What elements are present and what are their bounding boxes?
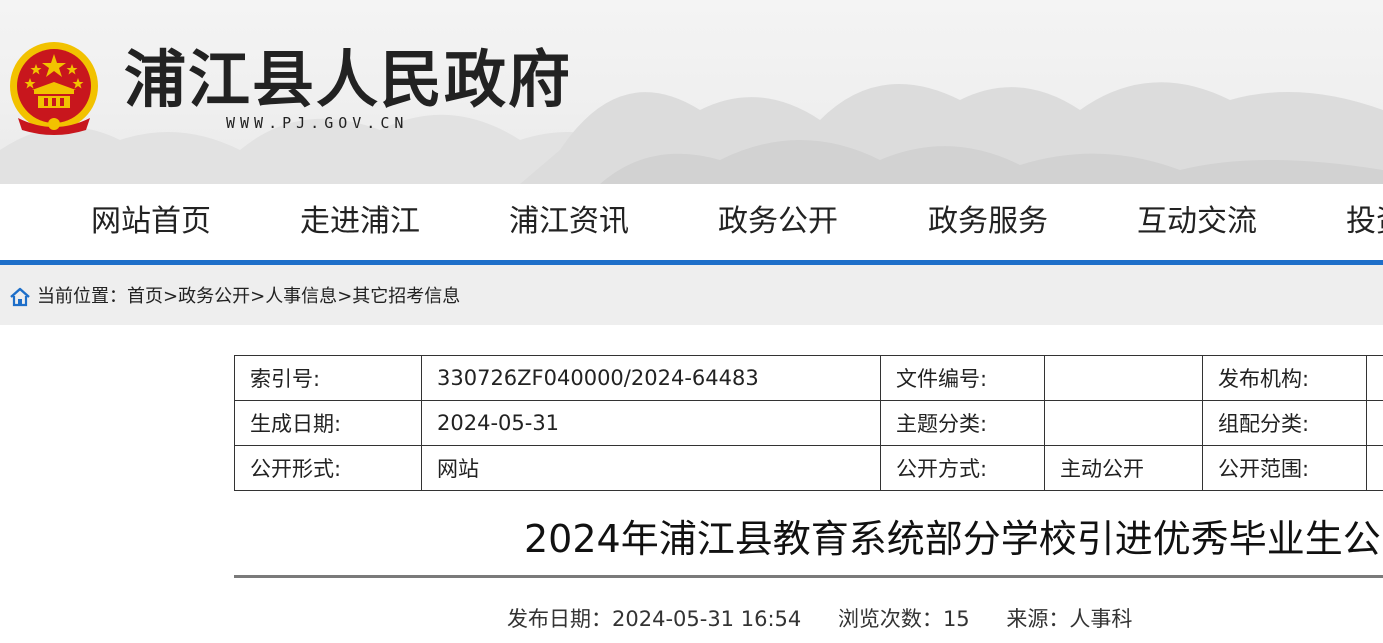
breadcrumb: 当前位置：首页>政务公开>人事信息>其它招考信息 xyxy=(37,284,460,310)
breadcrumb-gov-info[interactable]: 政务公开 xyxy=(178,286,250,307)
article-meta: 发布日期：2024-05-31 16:54 浏览次数：15 来源：人事科 xyxy=(507,604,1162,634)
nav-item-news[interactable]: 浦江资讯 xyxy=(509,184,629,260)
table-row: 生成日期: 2024-05-31 主题分类: 组配分类: xyxy=(234,400,1383,446)
view-count: 浏览次数：15 xyxy=(838,607,970,631)
meta-label-disclosure-form: 公开形式: xyxy=(234,445,422,491)
publish-date-value: 2024-05-31 16:54 xyxy=(612,607,802,631)
site-url: WWW.PJ.GOV.CN xyxy=(226,114,409,132)
article-source: 来源：人事科 xyxy=(1006,607,1132,631)
breadcrumb-home[interactable]: 首页 xyxy=(127,286,163,307)
meta-value-created-date: 2024-05-31 xyxy=(421,400,881,446)
publish-date-label: 发布日期： xyxy=(507,607,612,631)
meta-value-publisher xyxy=(1366,355,1383,401)
nav-item-home[interactable]: 网站首页 xyxy=(91,184,211,260)
breadcrumb-separator: > xyxy=(250,286,266,307)
table-row: 索引号: 330726ZF040000/2024-64483 文件编号: 发布机… xyxy=(234,355,1383,401)
article-title: 2024年浦江县教育系统部分学校引进优秀毕业生公告 xyxy=(524,517,1383,561)
nav-item-gov-service[interactable]: 政务服务 xyxy=(928,184,1048,260)
meta-value-disclosure-method: 主动公开 xyxy=(1044,445,1203,491)
meta-label-doc-number: 文件编号: xyxy=(880,355,1045,401)
meta-value-category xyxy=(1366,400,1383,446)
breadcrumb-separator: > xyxy=(337,286,353,307)
meta-value-doc-number xyxy=(1044,355,1203,401)
meta-label-index: 索引号: xyxy=(234,355,422,401)
source-value: 人事科 xyxy=(1069,607,1133,631)
nav-item-investment[interactable]: 投资 xyxy=(1346,184,1383,260)
meta-value-disclosure-scope xyxy=(1366,445,1383,491)
meta-label-disclosure-scope: 公开范围: xyxy=(1202,445,1367,491)
site-title[interactable]: 浦江县人民政府 xyxy=(124,40,572,120)
main-nav: 网站首页 走进浦江 浦江资讯 政务公开 政务服务 互动交流 投资 xyxy=(0,184,1383,260)
source-label: 来源： xyxy=(1006,607,1070,631)
meta-label-disclosure-method: 公开方式: xyxy=(880,445,1045,491)
meta-value-topic xyxy=(1044,400,1203,446)
publish-date: 发布日期：2024-05-31 16:54 xyxy=(507,607,801,631)
nav-item-interaction[interactable]: 互动交流 xyxy=(1137,184,1257,260)
national-emblem-icon xyxy=(10,42,98,135)
breadcrumb-personnel[interactable]: 人事信息 xyxy=(265,286,337,307)
meta-label-topic: 主题分类: xyxy=(880,400,1045,446)
nav-item-about[interactable]: 走进浦江 xyxy=(300,184,420,260)
meta-value-disclosure-form: 网站 xyxy=(421,445,881,491)
table-row: 公开形式: 网站 公开方式: 主动公开 公开范围: xyxy=(234,445,1383,491)
title-divider xyxy=(234,575,1383,578)
meta-label-publisher: 发布机构: xyxy=(1202,355,1367,401)
document-meta-table: 索引号: 330726ZF040000/2024-64483 文件编号: 发布机… xyxy=(234,355,1383,491)
view-count-label: 浏览次数： xyxy=(837,607,943,631)
breadcrumb-prefix: 当前位置： xyxy=(37,286,127,307)
breadcrumb-other-exams[interactable]: 其它招考信息 xyxy=(352,286,460,307)
home-icon xyxy=(10,287,30,307)
view-count-value: 15 xyxy=(942,607,970,631)
meta-value-index: 330726ZF040000/2024-64483 xyxy=(421,355,881,401)
site-header: 浦江县人民政府 WWW.PJ.GOV.CN xyxy=(0,0,1383,184)
meta-label-created-date: 生成日期: xyxy=(234,400,422,446)
nav-item-gov-info[interactable]: 政务公开 xyxy=(718,184,838,260)
breadcrumb-separator: > xyxy=(163,286,179,307)
meta-label-category: 组配分类: xyxy=(1202,400,1367,446)
